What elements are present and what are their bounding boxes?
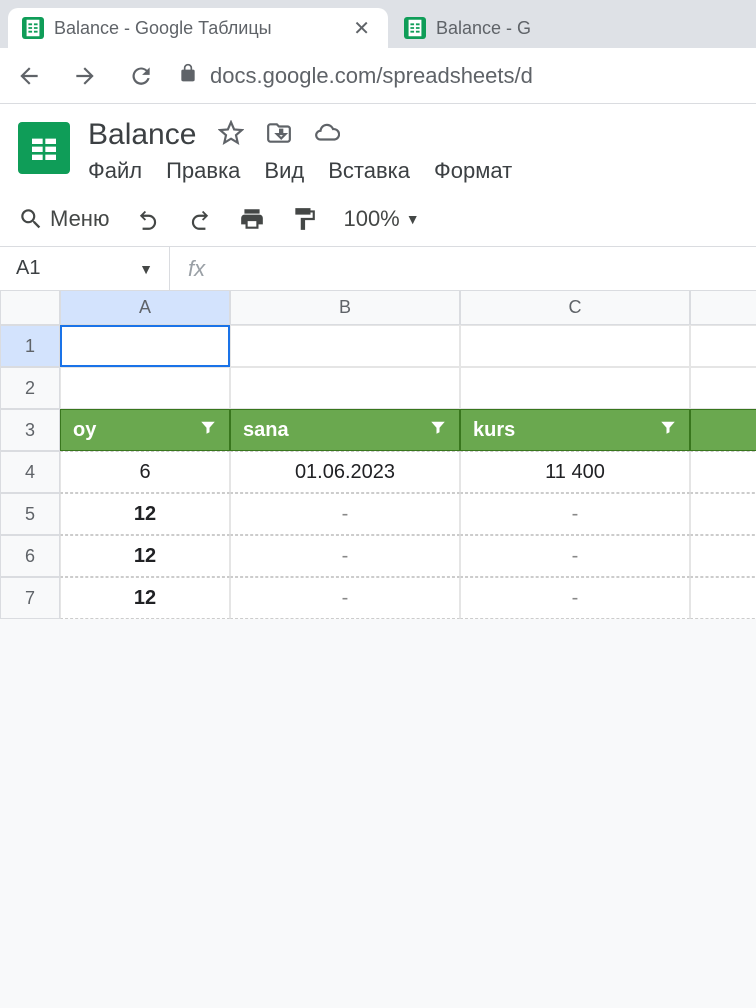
zoom-value: 100% bbox=[343, 206, 399, 232]
row-head-3[interactable]: 3 bbox=[0, 409, 60, 451]
spreadsheet-grid[interactable]: A B C 1 2 3 oy sana kurs 4 6 01.06.2023 … bbox=[0, 291, 756, 619]
filter-icon[interactable] bbox=[429, 418, 447, 442]
cell-C6[interactable]: - bbox=[460, 535, 690, 577]
name-box-value: A1 bbox=[16, 257, 40, 280]
star-icon[interactable] bbox=[218, 120, 244, 151]
address-bar: docs.google.com/spreadsheets/d bbox=[0, 48, 756, 104]
doc-title[interactable]: Balance bbox=[88, 118, 196, 152]
cell-B5[interactable]: - bbox=[230, 493, 460, 535]
cell-C4[interactable]: 11 400 bbox=[460, 451, 690, 493]
cell-D6[interactable] bbox=[690, 535, 756, 577]
row-head-2[interactable]: 2 bbox=[0, 367, 60, 409]
cell-D1[interactable] bbox=[690, 325, 756, 367]
tab-title: Balance - Google Таблицы bbox=[54, 18, 339, 39]
cell-D7[interactable] bbox=[690, 577, 756, 619]
paint-format-button[interactable] bbox=[291, 206, 317, 232]
print-button[interactable] bbox=[239, 206, 265, 232]
cell-A2[interactable] bbox=[60, 367, 230, 409]
tab-close-icon[interactable]: ✕ bbox=[349, 16, 374, 41]
undo-button[interactable] bbox=[135, 206, 161, 232]
row-head-4[interactable]: 4 bbox=[0, 451, 60, 493]
cell-A4[interactable]: 6 bbox=[60, 451, 230, 493]
zoom-select[interactable]: 100% ▼ bbox=[343, 206, 419, 232]
browser-tab-active[interactable]: Balance - Google Таблицы ✕ bbox=[8, 8, 388, 48]
cell-D2[interactable] bbox=[690, 367, 756, 409]
cell-A5[interactable]: 12 bbox=[60, 493, 230, 535]
cell-B1[interactable] bbox=[230, 325, 460, 367]
cell-C5[interactable]: - bbox=[460, 493, 690, 535]
row-head-5[interactable]: 5 bbox=[0, 493, 60, 535]
toolbar: Меню 100% ▼ bbox=[0, 192, 756, 247]
cell-A7[interactable]: 12 bbox=[60, 577, 230, 619]
fx-icon: fx bbox=[170, 256, 223, 282]
sheets-logo-icon[interactable] bbox=[18, 122, 70, 174]
lock-icon bbox=[178, 63, 198, 89]
filter-icon[interactable] bbox=[659, 418, 677, 442]
cell-C2[interactable] bbox=[460, 367, 690, 409]
table-header-kurs[interactable]: kurs bbox=[460, 409, 690, 451]
menu-label: Меню bbox=[50, 206, 109, 232]
header-label: oy bbox=[73, 419, 96, 442]
move-folder-icon[interactable] bbox=[266, 120, 292, 151]
url-text: docs.google.com/spreadsheets/d bbox=[210, 63, 533, 89]
header-label: kurs bbox=[473, 419, 515, 442]
table-header-extra[interactable] bbox=[690, 409, 756, 451]
tab-title: Balance - G bbox=[436, 18, 531, 39]
search-menu-button[interactable]: Меню bbox=[18, 206, 109, 232]
cell-C7[interactable]: - bbox=[460, 577, 690, 619]
table-header-sana[interactable]: sana bbox=[230, 409, 460, 451]
caret-down-icon: ▼ bbox=[139, 261, 153, 277]
row-head-1[interactable]: 1 bbox=[0, 325, 60, 367]
browser-tab-inactive[interactable]: Balance - G bbox=[388, 8, 545, 48]
cell-D5[interactable] bbox=[690, 493, 756, 535]
col-head-C[interactable]: C bbox=[460, 291, 690, 325]
formula-bar: A1 ▼ fx bbox=[0, 247, 756, 291]
cell-B7[interactable]: - bbox=[230, 577, 460, 619]
menu-file[interactable]: Файл bbox=[88, 158, 142, 184]
redo-button[interactable] bbox=[187, 206, 213, 232]
col-head-D[interactable] bbox=[690, 291, 756, 325]
col-head-A[interactable]: A bbox=[60, 291, 230, 325]
cell-B6[interactable]: - bbox=[230, 535, 460, 577]
menu-bar: Файл Правка Вид Вставка Формат bbox=[88, 158, 512, 184]
browser-tab-strip: Balance - Google Таблицы ✕ Balance - G bbox=[0, 0, 756, 48]
back-button[interactable] bbox=[10, 57, 48, 95]
sheets-favicon-icon bbox=[404, 17, 426, 39]
menu-format[interactable]: Формат bbox=[434, 158, 512, 184]
menu-insert[interactable]: Вставка bbox=[328, 158, 410, 184]
header-label: sana bbox=[243, 419, 289, 442]
cell-B4[interactable]: 01.06.2023 bbox=[230, 451, 460, 493]
select-all-corner[interactable] bbox=[0, 291, 60, 325]
col-head-B[interactable]: B bbox=[230, 291, 460, 325]
cell-B2[interactable] bbox=[230, 367, 460, 409]
caret-down-icon: ▼ bbox=[406, 211, 420, 227]
sheets-favicon-icon bbox=[22, 17, 44, 39]
reload-button[interactable] bbox=[122, 57, 160, 95]
row-head-6[interactable]: 6 bbox=[0, 535, 60, 577]
table-header-oy[interactable]: oy bbox=[60, 409, 230, 451]
cell-A1[interactable] bbox=[60, 325, 230, 367]
cell-A6[interactable]: 12 bbox=[60, 535, 230, 577]
cell-D4[interactable] bbox=[690, 451, 756, 493]
cell-C1[interactable] bbox=[460, 325, 690, 367]
url-display[interactable]: docs.google.com/spreadsheets/d bbox=[178, 63, 533, 89]
forward-button[interactable] bbox=[66, 57, 104, 95]
name-box[interactable]: A1 ▼ bbox=[0, 247, 170, 290]
cloud-status-icon[interactable] bbox=[314, 120, 340, 151]
row-head-7[interactable]: 7 bbox=[0, 577, 60, 619]
menu-edit[interactable]: Правка bbox=[166, 158, 240, 184]
filter-icon[interactable] bbox=[199, 418, 217, 442]
menu-view[interactable]: Вид bbox=[264, 158, 304, 184]
doc-header: Balance Файл Правка Вид Вставка Формат bbox=[0, 104, 756, 192]
